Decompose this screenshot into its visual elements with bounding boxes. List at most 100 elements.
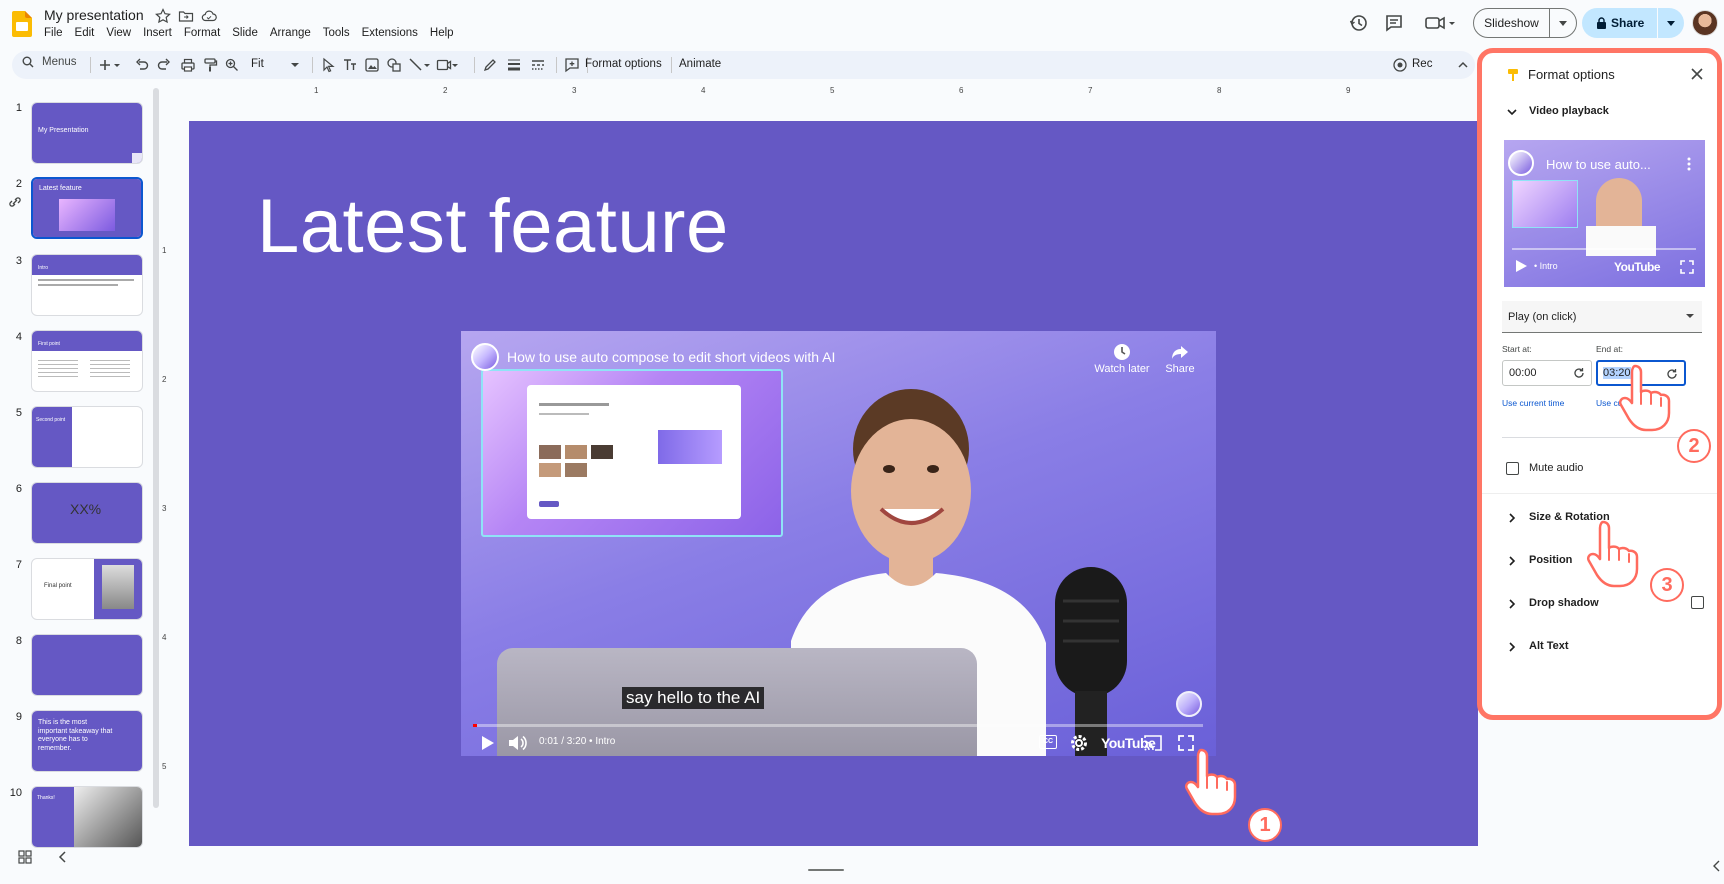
refresh-icon[interactable]	[1573, 367, 1585, 379]
close-icon[interactable]	[1689, 66, 1705, 82]
undo-icon[interactable]	[134, 57, 150, 73]
slideshow-button[interactable]: Slideshow	[1473, 8, 1577, 38]
slide-thumbnail-8[interactable]	[31, 634, 143, 696]
grid-view-icon[interactable]	[18, 850, 32, 864]
menu-edit[interactable]: Edit	[69, 26, 101, 40]
mute-audio-label[interactable]: Mute audio	[1529, 462, 1583, 474]
embedded-video[interactable]: How to use auto compose to edit short vi…	[461, 331, 1216, 756]
slides-logo-icon[interactable]	[12, 11, 32, 37]
video-preview[interactable]: How to use auto... • Intro YouTube	[1504, 140, 1705, 287]
line-icon[interactable]	[408, 57, 432, 73]
speaker-notes-handle[interactable]	[808, 869, 844, 871]
play-icon[interactable]	[477, 733, 497, 753]
mute-audio-checkbox[interactable]	[1506, 462, 1519, 475]
slide-thumbnail-3[interactable]: Intro	[31, 254, 143, 316]
slideshow-dropdown[interactable]	[1550, 20, 1576, 26]
animate-button[interactable]: Animate	[679, 58, 721, 70]
chevron-left-icon[interactable]	[1712, 860, 1722, 872]
document-title[interactable]: My presentation	[44, 7, 144, 23]
play-mode-select[interactable]: Play (on click)	[1502, 301, 1702, 333]
comments-icon[interactable]	[1383, 12, 1405, 34]
play-icon[interactable]	[1514, 259, 1528, 273]
chevron-right-icon[interactable]	[1506, 555, 1518, 567]
channel-avatar-icon[interactable]	[471, 343, 499, 371]
slide-thumbnail-9[interactable]: This is the most important takeaway that…	[31, 710, 143, 772]
menu-file[interactable]: File	[38, 26, 69, 40]
cloud-status-icon[interactable]	[201, 8, 217, 24]
insert-video-icon[interactable]	[436, 57, 460, 73]
section-alt-text[interactable]: Alt Text	[1529, 640, 1569, 652]
section-video-playback[interactable]: Video playback	[1529, 105, 1609, 117]
zoom-select[interactable]: Fit	[251, 58, 264, 70]
more-vert-icon[interactable]	[1687, 157, 1691, 171]
slide-thumbnail-4[interactable]: First point	[31, 330, 143, 392]
start-time-input[interactable]: 00:00	[1502, 360, 1592, 386]
chevron-right-icon[interactable]	[1506, 598, 1518, 610]
caret-down-icon[interactable]	[290, 57, 300, 73]
video-title[interactable]: How to use auto compose to edit short vi…	[507, 349, 835, 365]
share-dropdown[interactable]	[1658, 20, 1684, 26]
border-weight-icon[interactable]	[506, 57, 522, 73]
video-chapter[interactable]: • Intro	[589, 736, 615, 747]
menu-slide[interactable]: Slide	[226, 26, 264, 40]
chevron-right-icon[interactable]	[1506, 512, 1518, 524]
slide-thumbnail-6[interactable]: XX%	[31, 482, 143, 544]
volume-icon[interactable]	[507, 733, 527, 753]
chevron-left-icon[interactable]	[56, 850, 70, 864]
zoom-icon[interactable]	[224, 57, 240, 73]
add-comment-icon[interactable]	[564, 57, 580, 73]
settings-gear-icon[interactable]	[1069, 733, 1089, 753]
new-slide-icon[interactable]	[98, 57, 122, 73]
text-box-icon[interactable]	[342, 57, 358, 73]
drop-shadow-checkbox[interactable]	[1691, 596, 1704, 609]
record-icon[interactable]	[1392, 57, 1408, 73]
version-history-icon[interactable]	[1348, 12, 1370, 34]
select-cursor-icon[interactable]	[320, 57, 336, 73]
menu-insert[interactable]: Insert	[137, 26, 178, 40]
video-progress-bar[interactable]	[473, 724, 1203, 727]
chevron-right-icon[interactable]	[1506, 641, 1518, 653]
meet-call-icon[interactable]	[1424, 12, 1458, 34]
start-use-current-time-link[interactable]: Use current time	[1502, 398, 1564, 408]
insert-image-icon[interactable]	[364, 57, 380, 73]
slide-title[interactable]: Latest feature	[257, 183, 729, 270]
watch-later-button[interactable]: Watch later	[1092, 343, 1152, 375]
chevron-down-icon[interactable]	[1506, 106, 1518, 118]
star-icon[interactable]	[155, 8, 171, 24]
channel-watermark-icon[interactable]	[1176, 691, 1202, 717]
redo-icon[interactable]	[156, 57, 172, 73]
menus-search[interactable]: Menus	[22, 56, 77, 68]
slide-thumbnail-5[interactable]: Second point	[31, 406, 143, 468]
slideshow-label[interactable]: Slideshow	[1474, 9, 1550, 37]
print-icon[interactable]	[180, 57, 196, 73]
border-dash-icon[interactable]	[530, 57, 546, 73]
menu-help[interactable]: Help	[424, 26, 460, 40]
menu-view[interactable]: View	[100, 26, 137, 40]
chevron-up-icon[interactable]	[1455, 57, 1471, 73]
filmstrip-scrollbar[interactable]	[153, 88, 159, 808]
fullscreen-icon[interactable]	[1679, 259, 1695, 275]
cast-icon[interactable]	[1143, 733, 1163, 753]
avatar[interactable]	[1692, 10, 1718, 36]
paint-format-icon[interactable]	[202, 57, 218, 73]
section-drop-shadow[interactable]: Drop shadow	[1529, 597, 1599, 609]
move-folder-icon[interactable]	[178, 8, 194, 24]
format-options-button[interactable]: Format options	[585, 58, 662, 70]
share-button[interactable]: Share	[1582, 8, 1684, 38]
share-main[interactable]: Share	[1582, 8, 1658, 38]
pen-color-icon[interactable]	[482, 57, 498, 73]
section-position[interactable]: Position	[1529, 554, 1572, 566]
slide-thumbnail-7[interactable]: Final point	[31, 558, 143, 620]
slide-thumbnail-2[interactable]: Latest feature	[31, 177, 143, 239]
menu-format[interactable]: Format	[178, 26, 226, 40]
share-video-button[interactable]: Share	[1150, 343, 1210, 375]
slide-thumbnail-1[interactable]: My Presentation	[31, 102, 143, 164]
captions-button[interactable]: CC	[1039, 735, 1057, 749]
rec-button[interactable]: Rec	[1412, 58, 1432, 70]
slide-thumbnail-10[interactable]: Thanks!	[31, 786, 143, 848]
slide-canvas[interactable]: Latest feature How to use auto compose t…	[189, 121, 1478, 846]
menu-extensions[interactable]: Extensions	[356, 26, 424, 40]
menu-tools[interactable]: Tools	[317, 26, 356, 40]
menu-arrange[interactable]: Arrange	[264, 26, 317, 40]
shape-icon[interactable]	[386, 57, 402, 73]
